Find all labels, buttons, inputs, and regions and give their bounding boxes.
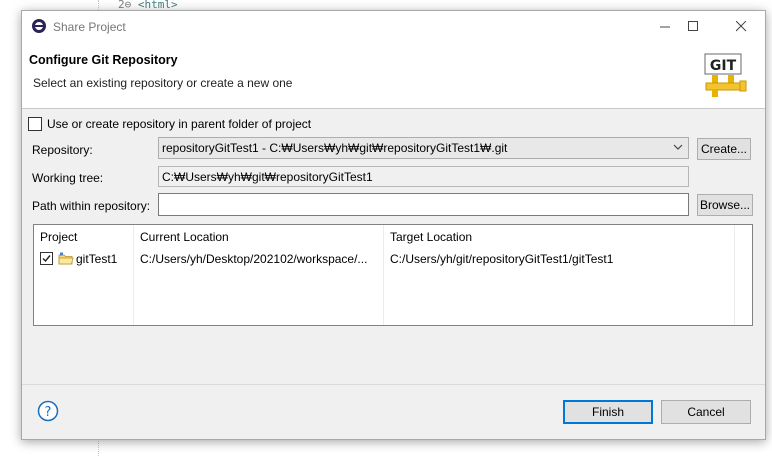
parent-folder-option[interactable]: Use or create repository in parent folde… (28, 116, 311, 132)
footer-divider (22, 384, 765, 385)
help-icon[interactable]: ? (37, 400, 59, 422)
project-name: gitTest1 (76, 252, 118, 266)
git-logo-icon: GIT (704, 53, 747, 97)
close-icon (735, 20, 746, 31)
column-separator (133, 225, 134, 325)
dialog-title: Share Project (53, 20, 126, 34)
parent-folder-checkbox[interactable] (28, 117, 42, 131)
git-logo-text: GIT (710, 58, 737, 74)
table-row[interactable]: gitTest1 C:/Users/yh/Desktop/202102/work… (34, 249, 734, 269)
project-checkbox[interactable] (40, 252, 53, 265)
minimize-button[interactable] (650, 16, 680, 36)
chevron-down-icon (673, 144, 683, 150)
working-tree-field: C:₩Users₩yh₩git₩repositoryGitTest1 (158, 166, 689, 187)
current-location-cell: C:/Users/yh/Desktop/202102/workspace/... (140, 252, 368, 266)
checkmark-icon (42, 255, 51, 263)
project-table: Project Current Location Target Location… (33, 224, 753, 326)
target-location-cell: C:/Users/yh/git/repositoryGitTest1/gitTe… (390, 252, 614, 266)
dialog-titlebar: Share Project (22, 11, 765, 42)
column-header-project[interactable]: Project (40, 230, 77, 244)
repository-select-value: repositoryGitTest1 - C:₩Users₩yh₩git₩rep… (162, 141, 508, 155)
parent-folder-label: Use or create repository in parent folde… (47, 117, 312, 131)
maximize-button[interactable] (678, 16, 708, 36)
dialog-header: Configure Git Repository Select an exist… (22, 42, 765, 109)
column-separator (383, 225, 384, 325)
column-header-current-location[interactable]: Current Location (140, 230, 229, 244)
svg-text:?: ? (45, 405, 52, 420)
minimize-icon (659, 26, 670, 27)
working-tree-value: C:₩Users₩yh₩git₩repositoryGitTest1 (162, 170, 373, 184)
create-repository-button[interactable]: Create... (697, 138, 751, 160)
repository-select[interactable]: repositoryGitTest1 - C:₩Users₩yh₩git₩rep… (158, 137, 689, 159)
page-title: Configure Git Repository (29, 53, 178, 67)
share-project-dialog: Share Project Configure Git Repository S… (21, 10, 766, 440)
finish-button[interactable]: Finish (563, 400, 653, 424)
browse-button[interactable]: Browse... (697, 194, 753, 216)
project-folder-icon (58, 252, 74, 265)
maximize-icon (687, 20, 698, 31)
cancel-button[interactable]: Cancel (661, 400, 751, 424)
column-separator (734, 225, 735, 325)
path-within-repository-label: Path within repository: (32, 199, 151, 213)
working-tree-label: Working tree: (32, 171, 104, 185)
path-within-repository-input[interactable] (158, 193, 689, 216)
eclipse-icon (32, 19, 46, 33)
repository-label: Repository: (32, 143, 93, 157)
close-button[interactable] (726, 16, 756, 36)
page-description: Select an existing repository or create … (33, 76, 293, 90)
column-header-target-location[interactable]: Target Location (390, 230, 472, 244)
